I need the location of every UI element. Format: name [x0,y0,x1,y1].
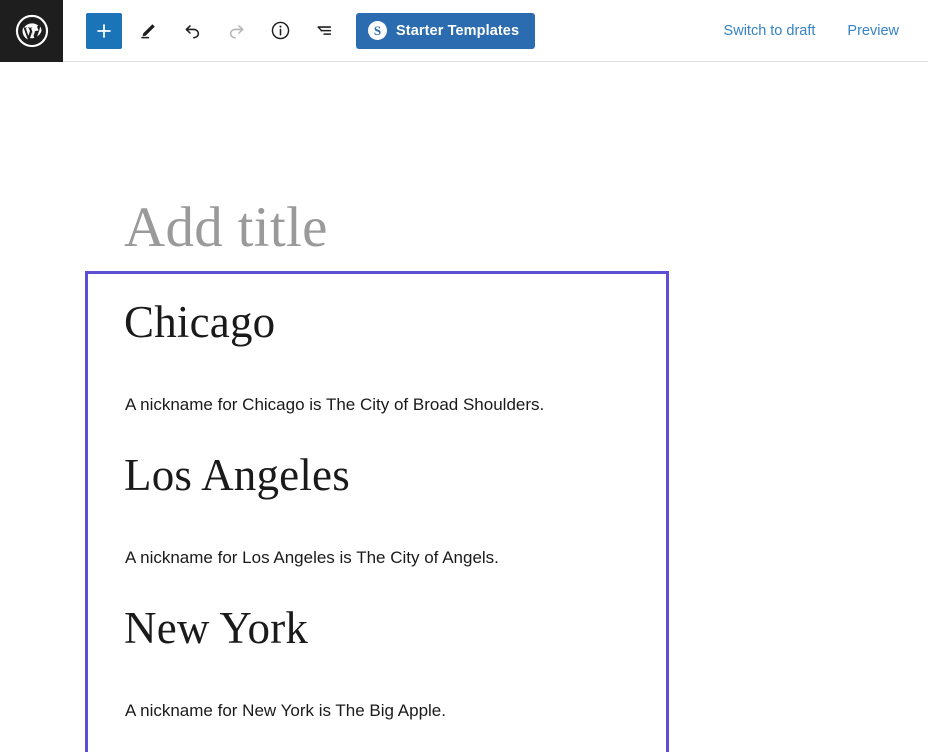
heading-block-new-york[interactable]: New York [124,602,308,654]
wordpress-logo-button[interactable] [0,0,63,62]
paragraph-block-chicago[interactable]: A nickname for Chicago is The City of Br… [125,392,544,418]
switch-to-draft-button[interactable]: Switch to draft [722,17,818,45]
redo-button[interactable] [218,13,254,49]
wordpress-logo-icon [15,14,49,48]
list-view-button[interactable] [306,13,342,49]
plus-icon [93,20,115,42]
details-button[interactable] [262,13,298,49]
heading-block-los-angeles[interactable]: Los Angeles [124,449,350,501]
list-view-icon [313,19,336,42]
post-title-input[interactable]: Add title [124,195,684,261]
header-right-actions: Switch to draft Preview [722,0,928,61]
tools-button[interactable] [130,13,166,49]
info-circle-icon [269,19,292,42]
starter-templates-button[interactable]: S Starter Templates [356,12,536,49]
paragraph-block-los-angeles[interactable]: A nickname for Los Angeles is The City o… [125,545,499,571]
editor-canvas: Add title Chicago A nickname for Chicago… [0,62,928,752]
undo-arrow-icon [181,19,204,42]
header-toolbar: S Starter Templates [63,0,536,61]
add-block-button[interactable] [86,12,122,49]
preview-button[interactable]: Preview [845,17,901,45]
redo-arrow-icon [225,19,248,42]
pencil-icon [137,20,159,42]
heading-block-chicago[interactable]: Chicago [124,296,275,348]
starter-templates-logo-icon: S [368,21,387,40]
undo-button[interactable] [174,13,210,49]
selected-block-container[interactable]: Chicago A nickname for Chicago is The Ci… [85,271,669,752]
starter-templates-label: Starter Templates [396,22,520,39]
editor-header: S Starter Templates Switch to draft Prev… [0,0,928,62]
paragraph-block-new-york[interactable]: A nickname for New York is The Big Apple… [125,698,446,724]
